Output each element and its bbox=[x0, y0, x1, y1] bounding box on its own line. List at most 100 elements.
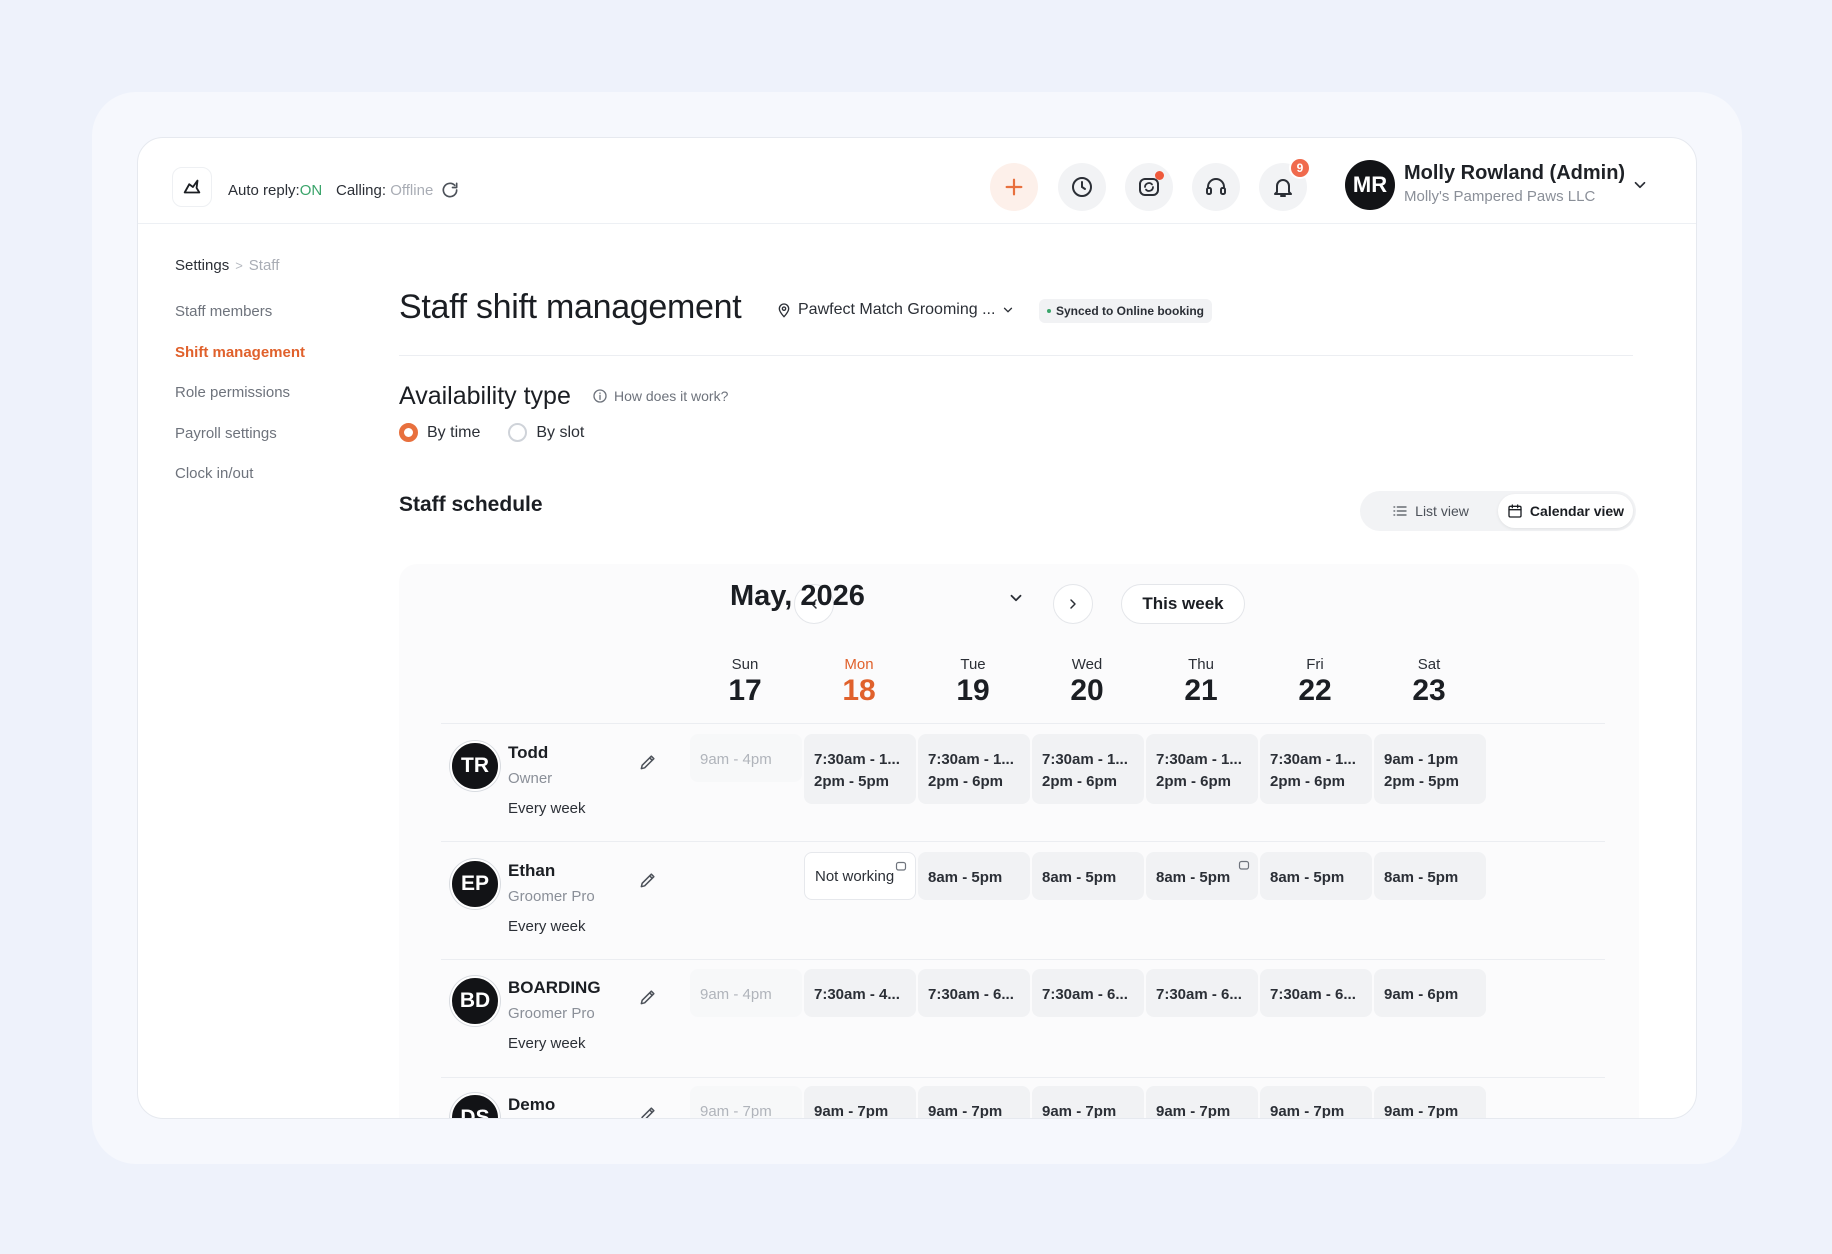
staff-avatar[interactable]: BD bbox=[450, 976, 500, 1026]
day-name: Sun bbox=[731, 656, 759, 673]
shift-cell[interactable]: 9am - 6pm bbox=[1374, 969, 1486, 1017]
edit-pencil-icon[interactable] bbox=[638, 752, 658, 772]
shift-cell-not-working[interactable]: Not working bbox=[804, 852, 916, 900]
user-name[interactable]: Molly Rowland (Admin) bbox=[1404, 162, 1625, 185]
edit-pencil-icon[interactable] bbox=[638, 870, 658, 890]
radio-circle-checked bbox=[399, 423, 418, 442]
calendar-view-button[interactable]: Calendar view bbox=[1498, 494, 1633, 528]
sidebar-item-payroll-settings[interactable]: Payroll settings bbox=[175, 424, 305, 465]
shift-cell[interactable]: 7:30am - 6... bbox=[1260, 969, 1372, 1017]
info-icon bbox=[593, 389, 607, 403]
shift-cell[interactable]: 8am - 5pm bbox=[918, 852, 1030, 900]
staff-avatar[interactable]: EP bbox=[450, 859, 500, 909]
shift-cell[interactable]: 7:30am - 6... bbox=[1146, 969, 1258, 1017]
sync-button[interactable] bbox=[1125, 163, 1173, 211]
chevron-down-icon[interactable] bbox=[1631, 176, 1649, 194]
shift-cell[interactable]: 9am - 4pm bbox=[690, 734, 802, 782]
shift-cell[interactable]: 9am - 7pm bbox=[1032, 1086, 1144, 1118]
radio-circle bbox=[508, 423, 528, 442]
row-divider bbox=[441, 841, 1605, 842]
shift-cell[interactable]: 8am - 5pm bbox=[1260, 852, 1372, 900]
headset-icon bbox=[1206, 178, 1226, 195]
staff-name[interactable]: BOARDING bbox=[508, 978, 601, 998]
shift-cell[interactable]: 9am - 4pm bbox=[690, 969, 802, 1017]
day-name: Fri bbox=[1306, 656, 1324, 673]
shift-cell[interactable]: 7:30am - 1... 2pm - 6pm bbox=[1146, 734, 1258, 804]
auto-reply-status[interactable]: Auto reply:ON bbox=[228, 182, 322, 199]
this-week-button[interactable]: This week bbox=[1121, 584, 1245, 624]
shift-cell[interactable]: 9am - 7pm bbox=[918, 1086, 1030, 1118]
shift-cell[interactable]: 7:30am - 1... 2pm - 6pm bbox=[918, 734, 1030, 804]
shift-cell[interactable]: 7:30am - 1... 2pm - 6pm bbox=[1260, 734, 1372, 804]
shift-time: 8am - 5pm bbox=[1156, 869, 1231, 886]
shift-cell[interactable]: 7:30am - 6... bbox=[1032, 969, 1144, 1017]
sidebar-item-staff-members[interactable]: Staff members bbox=[175, 302, 305, 343]
top-bar: Auto reply:ON Calling: Offline 9 MR Moll… bbox=[138, 138, 1696, 224]
shift-cell[interactable]: 7:30am - 4... bbox=[804, 969, 916, 1017]
location-name: Pawfect Match Grooming ... bbox=[798, 301, 996, 318]
staff-repeat: Every week bbox=[508, 800, 586, 817]
list-view-button[interactable]: List view bbox=[1363, 494, 1498, 528]
day-name: Sat bbox=[1417, 656, 1441, 673]
sidebar-item-clock-in-out[interactable]: Clock in/out bbox=[175, 464, 305, 505]
edit-pencil-icon[interactable] bbox=[638, 987, 658, 1007]
day-header-today: Mon 18 bbox=[809, 656, 909, 708]
calling-value: Offline bbox=[390, 182, 434, 199]
sidebar-item-shift-management[interactable]: Shift management bbox=[175, 343, 305, 384]
row-divider bbox=[441, 959, 1605, 960]
radio-by-time[interactable]: By time bbox=[399, 423, 480, 442]
row-divider bbox=[441, 723, 1605, 724]
how-does-it-work-link[interactable]: How does it work? bbox=[592, 388, 728, 404]
sidebar-item-role-permissions[interactable]: Role permissions bbox=[175, 383, 305, 424]
availability-title: Availability type bbox=[399, 382, 571, 410]
breadcrumb-settings[interactable]: Settings bbox=[175, 257, 229, 274]
support-button[interactable] bbox=[1192, 163, 1240, 211]
staff-name[interactable]: Ethan bbox=[508, 861, 555, 881]
chevron-down-icon[interactable] bbox=[1007, 589, 1025, 607]
day-header: Thu 21 bbox=[1151, 656, 1251, 708]
notifications-button[interactable]: 9 bbox=[1259, 157, 1311, 211]
user-avatar[interactable]: MR bbox=[1345, 160, 1395, 210]
edit-pencil-icon[interactable] bbox=[638, 1104, 658, 1119]
month-label[interactable]: May, 2026 bbox=[730, 580, 865, 613]
day-header: Tue 19 bbox=[923, 656, 1023, 708]
shift-cell[interactable]: 9am - 1pm 2pm - 5pm bbox=[1374, 734, 1486, 804]
staff-avatar[interactable]: TR bbox=[450, 741, 500, 791]
shift-time: 9am - 1pm bbox=[1384, 751, 1459, 768]
shift-cell[interactable]: 9am - 7pm bbox=[1374, 1086, 1486, 1118]
day-number: 21 bbox=[1184, 674, 1218, 707]
staff-name[interactable]: Demo bbox=[508, 1095, 555, 1115]
staff-name[interactable]: Todd bbox=[508, 743, 548, 763]
shift-cell[interactable]: 8am - 5pm bbox=[1032, 852, 1144, 900]
shift-cell[interactable]: 7:30am - 1... 2pm - 6pm bbox=[1032, 734, 1144, 804]
synced-dot bbox=[1047, 309, 1051, 313]
shift-cell[interactable]: 7:30am - 6... bbox=[918, 969, 1030, 1017]
staff-role: Owner bbox=[508, 770, 553, 787]
shift-cell[interactable]: 9am - 7pm bbox=[690, 1086, 802, 1118]
synced-label: Synced to Online booking bbox=[1056, 304, 1205, 318]
shift-cell[interactable]: 9am - 7pm bbox=[1260, 1086, 1372, 1119]
shift-cell[interactable]: 8am - 5pm bbox=[1374, 852, 1486, 900]
add-button[interactable] bbox=[990, 163, 1038, 211]
staff-role: Groomer Pro bbox=[508, 888, 595, 905]
note-icon bbox=[895, 861, 907, 871]
refresh-icon[interactable] bbox=[440, 180, 460, 200]
shift-cell[interactable]: 9am - 7pm bbox=[1146, 1086, 1258, 1118]
shift-cell[interactable]: 8am - 5pm bbox=[1146, 852, 1258, 900]
shift-cell[interactable]: 7:30am - 1... 2pm - 5pm bbox=[804, 734, 916, 804]
app-logo[interactable] bbox=[172, 167, 212, 207]
bell-icon bbox=[1274, 179, 1292, 197]
shift-cell[interactable]: 9am - 7pm bbox=[804, 1086, 916, 1118]
radio-by-slot[interactable]: By slot bbox=[508, 423, 584, 442]
clock-icon bbox=[1072, 177, 1092, 197]
next-week-button[interactable] bbox=[1053, 584, 1093, 624]
location-selector[interactable]: Pawfect Match Grooming ... bbox=[776, 301, 1015, 319]
how-link-label: How does it work? bbox=[614, 388, 729, 404]
chevron-down-icon bbox=[1004, 307, 1013, 313]
day-number: 22 bbox=[1298, 674, 1332, 707]
calling-status[interactable]: Calling: Offline bbox=[336, 182, 433, 199]
calling-label: Calling: bbox=[336, 182, 387, 199]
clock-button[interactable] bbox=[1058, 163, 1106, 211]
synced-badge: Synced to Online booking bbox=[1039, 299, 1213, 323]
shift-time: 9am - 7pm bbox=[1270, 1103, 1345, 1119]
